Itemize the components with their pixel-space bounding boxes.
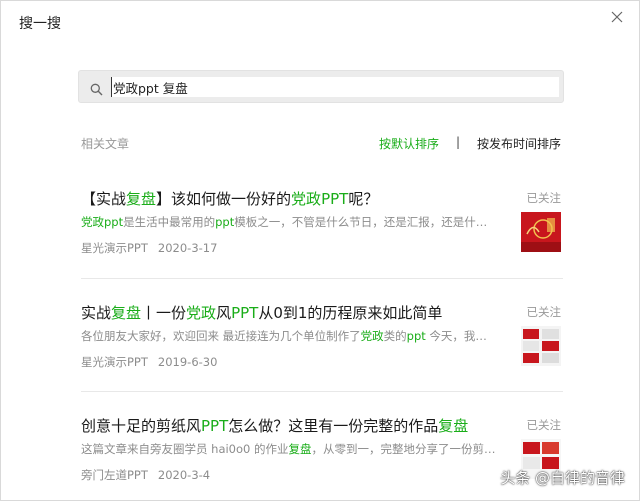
article-meta: 旁门左道PPT 2020-3-4 <box>81 467 210 483</box>
article-snippet: 党政ppt是生活中最常用的ppt模板之一，不管是什么节日，还是汇报，还是什… <box>81 215 488 229</box>
article-source[interactable]: 星光演示PPT <box>81 241 148 255</box>
watermark: 头条 @自律的音律 <box>500 469 625 487</box>
search-icon <box>90 81 103 96</box>
article-item[interactable]: 实战复盘丨一份党政风PPT从0到1的历程原来如此简单 各位朋友大家好，欢迎回来 … <box>81 302 563 402</box>
follow-status: 已关注 <box>526 418 562 432</box>
search-input[interactable] <box>111 77 559 97</box>
window-title: 搜一搜 <box>19 16 61 32</box>
sort-divider: | <box>455 135 460 149</box>
article-thumbnail <box>521 212 561 252</box>
section-label: 相关文章 <box>81 137 130 151</box>
article-source[interactable]: 旁门左道PPT <box>81 468 148 482</box>
divider <box>81 391 563 392</box>
follow-status: 已关注 <box>526 191 562 205</box>
search-window: 搜一搜 相关文章 按默认排序 | 按发布时间排序 【实战复盘】该如何做一份好的党… <box>0 0 640 501</box>
article-source[interactable]: 星光演示PPT <box>81 355 148 369</box>
article-snippet: 这篇文章来自旁友圈学员 hai0o0 的作业复盘，从零到一，完整地分享了一份剪… <box>81 442 496 456</box>
close-icon[interactable] <box>609 9 625 25</box>
results-header: 相关文章 按默认排序 | 按发布时间排序 <box>81 135 563 153</box>
article-date: 2019-6-30 <box>157 355 218 369</box>
sort-default-button[interactable]: 按默认排序 <box>379 135 439 152</box>
divider <box>81 278 563 279</box>
article-date: 2020-3-4 <box>157 468 211 482</box>
article-title[interactable]: 创意十足的剪纸风PPT怎么做？这里有一份完整的作品复盘 <box>81 415 511 436</box>
article-meta: 星光演示PPT 2020-3-17 <box>81 240 217 256</box>
article-item[interactable]: 创意十足的剪纸风PPT怎么做？这里有一份完整的作品复盘 这篇文章来自旁友圈学员 … <box>81 415 563 501</box>
article-title[interactable]: 【实战复盘】该如何做一份好的党政PPT呢？ <box>81 188 511 209</box>
sort-by-time-button[interactable]: 按发布时间排序 <box>477 135 561 152</box>
search-bar[interactable] <box>78 70 564 103</box>
article-item[interactable]: 【实战复盘】该如何做一份好的党政PPT呢？ 党政ppt是生活中最常用的ppt模板… <box>81 188 563 288</box>
article-snippet: 各位朋友大家好，欢迎回来 最近接连为几个单位制作了党政类的ppt 今天，我… <box>81 329 487 343</box>
article-date: 2020-3-17 <box>157 241 218 255</box>
article-title[interactable]: 实战复盘丨一份党政风PPT从0到1的历程原来如此简单 <box>81 302 511 323</box>
article-meta: 星光演示PPT 2019-6-30 <box>81 354 217 370</box>
follow-status: 已关注 <box>526 305 562 319</box>
article-thumbnail <box>521 326 561 366</box>
